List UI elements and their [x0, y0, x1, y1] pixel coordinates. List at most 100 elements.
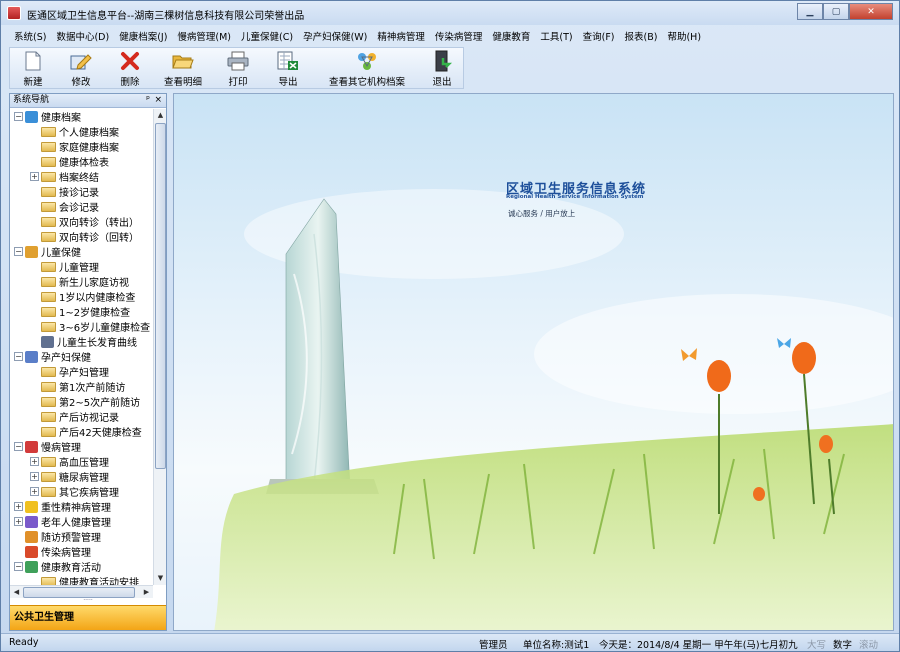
- tree-item[interactable]: 产后42天健康检查: [30, 424, 142, 439]
- tree-item[interactable]: 接诊记录: [30, 184, 99, 199]
- public-health-management-tab[interactable]: 公共卫生管理: [10, 605, 166, 630]
- nav-title: 系统导航: [13, 95, 50, 105]
- tree-group[interactable]: − 儿童保健: [14, 244, 81, 259]
- menu-health-records[interactable]: 健康档案(J): [114, 29, 172, 43]
- menu-chronic-disease[interactable]: 慢病管理(M): [172, 29, 236, 43]
- exit-button[interactable]: 退出: [422, 48, 462, 88]
- child-care-icon: [25, 245, 38, 258]
- tree-item[interactable]: 双向转诊（转出）: [30, 214, 139, 229]
- tree-item[interactable]: 第1次产前随访: [30, 379, 125, 394]
- nav-scroll-thumb[interactable]: [155, 123, 166, 469]
- status-date: 今天是：2014/8/4 星期一 甲午年(马)七月初九: [599, 640, 798, 651]
- tree-item[interactable]: 产后访视记录: [30, 409, 119, 424]
- expand-icon[interactable]: +: [14, 517, 23, 526]
- menu-reports[interactable]: 报表(B): [620, 29, 663, 43]
- menu-maternal-care[interactable]: 孕产妇保健(W): [298, 29, 372, 43]
- tree-item[interactable]: + 高血压管理: [30, 454, 109, 469]
- export-button[interactable]: 导出: [264, 48, 312, 88]
- expand-icon[interactable]: +: [30, 487, 39, 496]
- expand-icon[interactable]: +: [30, 457, 39, 466]
- tree-group[interactable]: − 健康教育活动: [14, 559, 101, 574]
- scroll-left-arrow-icon[interactable]: ◀: [10, 586, 23, 599]
- tree-item-label: 第1次产前随访: [59, 383, 126, 394]
- menu-tools[interactable]: 工具(T): [535, 29, 577, 43]
- nav-hscroll-thumb[interactable]: [23, 587, 135, 598]
- tree-item[interactable]: 第2~5次产前随访: [30, 394, 140, 409]
- tree-item[interactable]: 健康教育活动安排: [30, 574, 139, 585]
- close-button[interactable]: ✕: [849, 3, 893, 20]
- tree-group[interactable]: − 慢病管理: [14, 439, 81, 454]
- tree-group[interactable]: 随访预警管理: [14, 529, 101, 544]
- menu-help[interactable]: 帮助(H): [662, 29, 706, 43]
- collapse-icon[interactable]: −: [14, 112, 23, 121]
- pin-icon[interactable]: ᵖ: [146, 94, 150, 107]
- main-content-area: 区域卫生服务信息系统 Regional Health Service Infor…: [173, 93, 894, 631]
- tree-item[interactable]: 健康体检表: [30, 154, 109, 169]
- minimize-button[interactable]: ▁: [797, 3, 823, 20]
- collapse-icon[interactable]: −: [14, 442, 23, 451]
- toolbar: 新建 修改 删除 查看明细 打印 导出 查看其它机构档案 退出: [9, 47, 464, 89]
- tree-group[interactable]: + 老年人健康管理: [14, 514, 111, 529]
- tree-item-label: 慢病管理: [41, 443, 81, 454]
- maximize-button[interactable]: ▢: [823, 3, 849, 20]
- tree-item[interactable]: 孕产妇管理: [30, 364, 109, 379]
- tree-item[interactable]: 儿童管理: [30, 259, 99, 274]
- expand-icon[interactable]: +: [30, 172, 39, 181]
- tree-item[interactable]: + 糖尿病管理: [30, 469, 109, 484]
- folder-icon: [41, 261, 56, 272]
- scroll-up-arrow-icon[interactable]: ▲: [154, 109, 167, 122]
- tree-item[interactable]: 双向转诊（回转）: [30, 229, 139, 244]
- tree-item-label: 传染病管理: [41, 548, 91, 559]
- edit-button[interactable]: 修改: [56, 48, 106, 88]
- tree-group[interactable]: + 重性精神病管理: [14, 499, 111, 514]
- expand-icon[interactable]: +: [30, 472, 39, 481]
- collapse-icon[interactable]: −: [14, 352, 23, 361]
- menu-data-center[interactable]: 数据中心(D): [51, 29, 114, 43]
- nav-close-icon[interactable]: ×: [154, 94, 162, 107]
- folder-icon: [41, 216, 56, 227]
- nav-horizontal-scrollbar[interactable]: ◀ ▶: [10, 585, 153, 598]
- print-button[interactable]: 打印: [212, 48, 264, 88]
- view-details-button[interactable]: 查看明细: [154, 48, 212, 88]
- folder-icon: [41, 171, 56, 182]
- menu-query[interactable]: 查询(F): [578, 29, 620, 43]
- menu-health-education[interactable]: 健康教育: [487, 29, 535, 43]
- new-button[interactable]: 新建: [10, 48, 56, 88]
- menu-system[interactable]: 系统(S): [9, 29, 51, 43]
- tree-item[interactable]: + 其它疾病管理: [30, 484, 119, 499]
- menu-mental-illness[interactable]: 精神病管理: [372, 29, 430, 43]
- menu-child-care[interactable]: 儿童保健(C): [236, 29, 298, 43]
- tree-item[interactable]: 个人健康档案: [30, 124, 119, 139]
- collapse-icon[interactable]: −: [14, 562, 23, 571]
- view-other-records-button[interactable]: 查看其它机构档案: [312, 48, 422, 88]
- collapse-icon[interactable]: −: [14, 247, 23, 256]
- tree-item-label: 新生儿家庭访视: [59, 278, 129, 289]
- delete-button[interactable]: 删除: [106, 48, 154, 88]
- status-num-lock: 数字: [833, 640, 853, 651]
- menu-infectious-disease[interactable]: 传染病管理: [430, 29, 488, 43]
- tree-item-label: 随访预警管理: [41, 533, 101, 544]
- nav-header: 系统导航 ᵖ ×: [10, 94, 166, 108]
- tree-item[interactable]: 1岁以内健康检查: [30, 289, 135, 304]
- nav-vertical-scrollbar[interactable]: ▲ ▼: [153, 109, 166, 585]
- tree-item-label: 第2~5次产前随访: [59, 398, 141, 409]
- nav-tree: − 健康档案 个人健康档案 家庭健康档案 健康体检表 + 档案终结 接诊记录 会诊记录 双向转诊（…: [10, 109, 153, 585]
- expand-icon[interactable]: +: [14, 502, 23, 511]
- followup-alert-icon: [25, 530, 38, 543]
- tree-group[interactable]: 传染病管理: [14, 544, 91, 559]
- tree-item-label: 高血压管理: [59, 458, 109, 469]
- scroll-right-arrow-icon[interactable]: ▶: [140, 586, 153, 599]
- tree-item[interactable]: 3~6岁儿童健康检查: [30, 319, 150, 334]
- tree-item[interactable]: + 档案终结: [30, 169, 99, 184]
- new-document-icon: [22, 50, 44, 72]
- tree-item[interactable]: 家庭健康档案: [30, 139, 119, 154]
- tree-group[interactable]: − 孕产妇保健: [14, 349, 91, 364]
- tree-group[interactable]: − 健康档案: [14, 109, 81, 124]
- tree-item[interactable]: 儿童生长发育曲线: [30, 334, 137, 349]
- exit-icon: [431, 50, 453, 72]
- tree-item[interactable]: 会诊记录: [30, 199, 99, 214]
- scroll-down-arrow-icon[interactable]: ▼: [154, 572, 167, 585]
- tree-item[interactable]: 新生儿家庭访视: [30, 274, 129, 289]
- open-folder-icon: [172, 50, 194, 72]
- tree-item[interactable]: 1~2岁健康检查: [30, 304, 130, 319]
